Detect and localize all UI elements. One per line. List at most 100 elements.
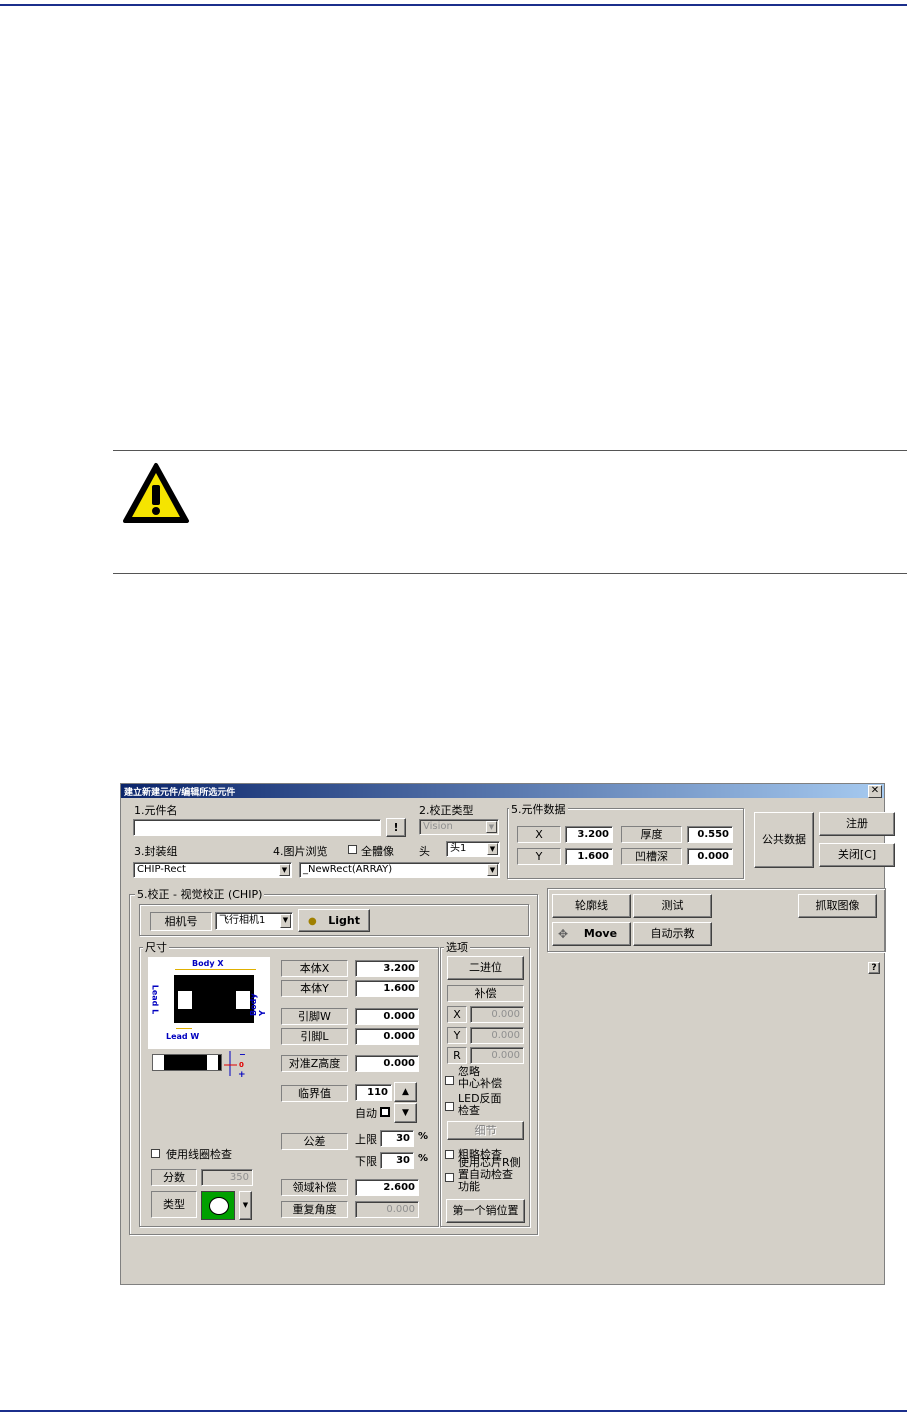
head-label: 头 xyxy=(419,845,430,858)
threshold-down-button[interactable]: ▼ xyxy=(394,1103,417,1123)
image-browse-value: _NewRect(ARRAY) xyxy=(303,864,393,875)
comp-x-field[interactable]: 0.000 xyxy=(470,1006,524,1023)
side-lead-left xyxy=(153,1055,164,1070)
light-button[interactable]: ● Light xyxy=(298,909,370,932)
full-image-checkbox[interactable] xyxy=(348,845,357,854)
type-select[interactable]: ▼ xyxy=(201,1191,253,1220)
component-name-input[interactable] xyxy=(133,819,381,836)
capture-image-button[interactable]: 抓取图像 xyxy=(798,894,877,918)
lead-l-label: 引脚L xyxy=(281,1028,348,1045)
move-button[interactable]: ✥ Move xyxy=(552,922,631,946)
help-icon[interactable]: ? xyxy=(868,962,880,974)
calib-type-select[interactable]: Vision ▼ xyxy=(419,819,499,835)
body-x-field[interactable]: 3.200 xyxy=(355,960,419,977)
chevron-down-icon: ▼ xyxy=(279,864,290,876)
vision-calib-title: 5.校正 - 视觉校正 (CHIP) xyxy=(135,886,265,902)
ignore-center-checkbox[interactable] xyxy=(445,1076,454,1085)
lead-l-text: Lead L xyxy=(150,984,160,1015)
light-bulb-icon: ● xyxy=(308,916,317,927)
score-field[interactable]: 350 xyxy=(201,1169,253,1186)
auto-teach-button[interactable]: 自动示教 xyxy=(633,922,712,946)
detail-button[interactable]: 细节 xyxy=(447,1121,524,1140)
coil-check-checkbox[interactable] xyxy=(151,1149,160,1158)
chevron-down-icon: ▼ xyxy=(486,821,497,833)
footer-rule xyxy=(0,1410,907,1412)
body-y-label: 本体Y xyxy=(281,980,348,997)
data-y-field[interactable]: 1.600 xyxy=(565,848,613,865)
light-button-label: Light xyxy=(328,914,360,927)
chevron-down-icon[interactable]: ▼ xyxy=(239,1191,252,1220)
image-browse-label: 4.图片浏览 xyxy=(273,845,328,858)
z-axis-icon: − 0 + xyxy=(223,1049,249,1080)
comp-r-label: R xyxy=(447,1047,467,1064)
warning-top-divider xyxy=(113,450,907,451)
package-group-select[interactable]: CHIP-Rect ▼ xyxy=(133,862,292,878)
first-pin-button[interactable]: 第一个销位置 xyxy=(446,1199,525,1223)
coarse-check-checkbox[interactable] xyxy=(445,1150,454,1159)
test-button[interactable]: 测试 xyxy=(633,894,712,918)
comp-y-label: Y xyxy=(447,1027,467,1044)
svg-text:0: 0 xyxy=(239,1061,244,1069)
comp-label: 补偿 xyxy=(447,985,524,1002)
upper-percent: % xyxy=(418,1131,429,1142)
auto-label: 自动 xyxy=(355,1107,377,1120)
component-data-group xyxy=(507,808,744,879)
upper-field[interactable]: 30 xyxy=(380,1130,414,1147)
body-y-field[interactable]: 1.600 xyxy=(355,980,419,997)
body-y-text: Body Y xyxy=(249,993,267,1016)
chip-r-side-checkbox[interactable] xyxy=(445,1173,454,1182)
comp-x-label: X xyxy=(447,1006,467,1023)
body-x-arrow xyxy=(175,969,256,970)
lower-percent: % xyxy=(418,1153,429,1164)
data-groove-label: 凹槽深 xyxy=(621,848,682,865)
svg-text:+: + xyxy=(238,1070,246,1079)
align-z-label: 对准Z高度 xyxy=(281,1055,348,1072)
camera-select[interactable]: 飞行相机1 ▼ xyxy=(215,912,293,930)
side-lead-right xyxy=(207,1055,218,1070)
svg-text:−: − xyxy=(239,1050,246,1059)
lower-label: 下限 xyxy=(355,1155,377,1168)
auto-checkbox[interactable] xyxy=(380,1107,390,1117)
chevron-down-icon: ▼ xyxy=(487,864,498,876)
data-x-label: X xyxy=(517,826,561,843)
lead-w-label: 引脚W xyxy=(281,1008,348,1025)
component-dialog: 建立新建元件/编辑所选元件 ✕ 1.元件名 ! 2.校正类型 Vision ▼ … xyxy=(120,783,895,1285)
outline-button[interactable]: 轮廓线 xyxy=(552,894,631,918)
calib-type-label: 2.校正类型 xyxy=(419,804,474,817)
data-x-field[interactable]: 3.200 xyxy=(565,826,613,843)
lead-w-text: Lead W xyxy=(166,1032,200,1041)
data-thickness-field[interactable]: 0.550 xyxy=(687,826,733,843)
chip-diagram: Body X Lead L Body Y Lead W xyxy=(148,957,270,1049)
coil-check-label: 使用线圈检查 xyxy=(166,1148,232,1161)
type-label: 类型 xyxy=(151,1191,197,1218)
comp-r-field[interactable]: 0.000 xyxy=(470,1047,524,1064)
dialog-title: 建立新建元件/编辑所选元件 xyxy=(124,788,236,798)
comp-y-field[interactable]: 0.000 xyxy=(470,1027,524,1044)
threshold-field[interactable]: 110 xyxy=(355,1084,392,1101)
close-button[interactable]: 关闭[C] xyxy=(819,843,895,867)
led-reverse-checkbox[interactable] xyxy=(445,1102,454,1111)
lead-w-field[interactable]: 0.000 xyxy=(355,1008,419,1025)
chevron-down-icon: ▼ xyxy=(280,914,291,928)
upper-label: 上限 xyxy=(355,1133,377,1146)
data-groove-field[interactable]: 0.000 xyxy=(687,848,733,865)
full-image-label: 全體像 xyxy=(361,845,394,858)
lower-field[interactable]: 30 xyxy=(380,1152,414,1169)
head-select[interactable]: 头1 ▼ xyxy=(446,841,500,857)
data-thickness-label: 厚度 xyxy=(621,826,682,843)
area-comp-field[interactable]: 2.600 xyxy=(355,1179,419,1196)
common-data-button[interactable]: 公共数据 xyxy=(754,812,814,868)
align-z-field[interactable]: 0.000 xyxy=(355,1055,419,1072)
register-button[interactable]: 注册 xyxy=(819,812,895,836)
lead-l-field[interactable]: 0.000 xyxy=(355,1028,419,1045)
camera-value: 飞行相机1 xyxy=(219,915,266,926)
head-value: 头1 xyxy=(450,843,467,854)
close-icon[interactable]: ✕ xyxy=(868,785,882,798)
image-browse-select[interactable]: _NewRect(ARRAY) ▼ xyxy=(299,862,500,878)
binary-button[interactable]: 二进位 xyxy=(447,956,524,980)
threshold-up-button[interactable]: ▲ xyxy=(394,1082,417,1102)
component-name-button[interactable]: ! xyxy=(386,818,406,837)
repeat-angle-field[interactable]: 0.000 xyxy=(355,1201,419,1218)
type-preview-inner xyxy=(209,1197,229,1215)
calib-type-value: Vision xyxy=(423,821,453,832)
